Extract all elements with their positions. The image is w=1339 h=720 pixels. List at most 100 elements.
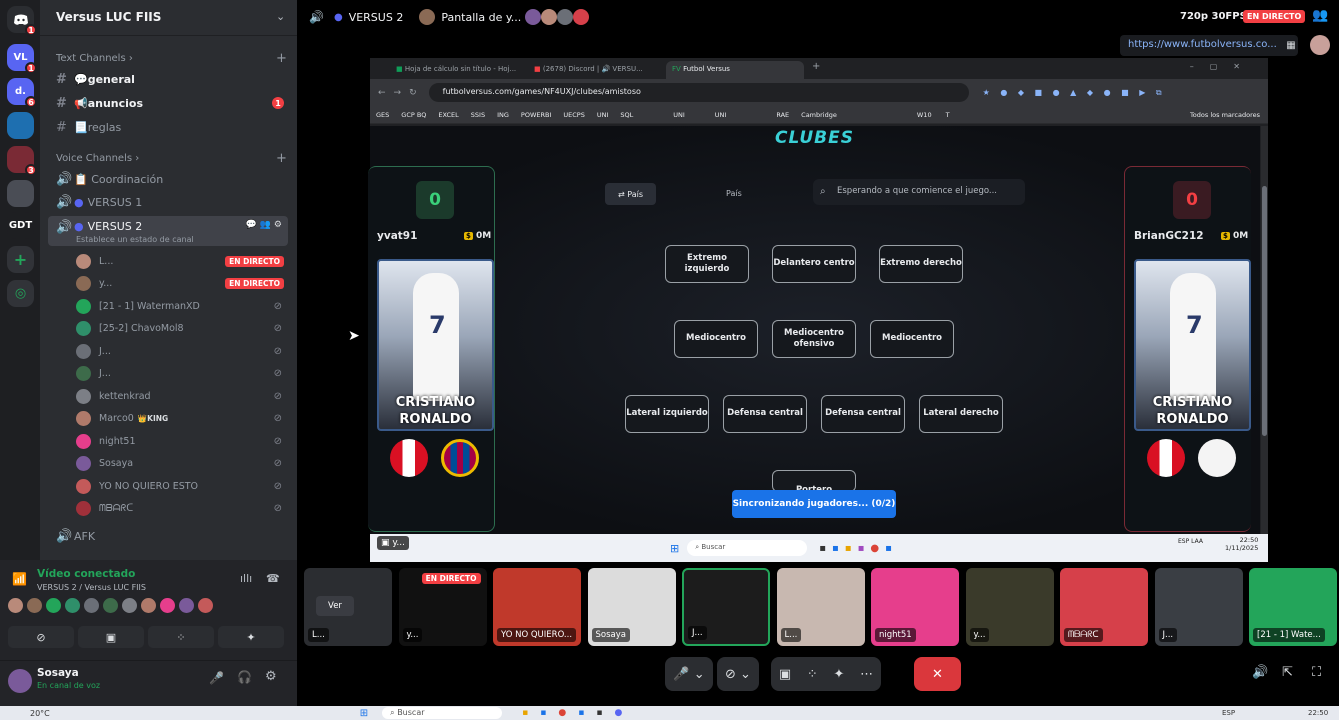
server-icon[interactable] <box>7 112 34 139</box>
participant-tile[interactable]: night51 <box>871 568 959 646</box>
participant-tile[interactable]: L... <box>776 568 865 646</box>
activities-button[interactable]: ⁘ <box>148 626 214 648</box>
position-mediocentro-1[interactable]: Mediocentro <box>674 320 758 358</box>
add-channel-icon[interactable]: + <box>276 151 287 166</box>
bookmark[interactable]: GCP BQ <box>401 111 426 119</box>
bookmark[interactable]: ING <box>497 111 509 119</box>
avatar[interactable] <box>103 598 118 613</box>
voice-user-row[interactable]: J... ⊘ <box>76 341 288 361</box>
position-lateral-derecho[interactable]: Lateral derecho <box>919 395 1003 433</box>
category-voice-channels[interactable]: Voice Channels › <box>56 153 139 164</box>
bookmark[interactable]: UNI <box>597 111 609 119</box>
camera-toggle-button[interactable]: ⊘ ⌄ <box>717 657 759 691</box>
bookmark[interactable]: UECPS <box>563 111 584 119</box>
add-channel-icon[interactable]: + <box>276 51 287 66</box>
activities-icon[interactable]: ⁘ <box>807 667 818 682</box>
category-text-channels[interactable]: Text Channels › <box>56 53 133 64</box>
voice-user-row[interactable]: [25-2] ChavoMol8 ⊘ <box>76 318 288 338</box>
server-d[interactable]: d. 6 <box>7 78 37 108</box>
bookmark[interactable]: RAE <box>776 111 789 119</box>
bookmark[interactable]: GES <box>376 111 389 119</box>
voice-user-row[interactable]: J... ⊘ <box>76 363 288 383</box>
position-portero[interactable]: Portero <box>772 470 856 492</box>
channel-reglas[interactable]: # 📃reglas <box>48 117 288 137</box>
user-name[interactable]: Sosaya <box>37 667 79 679</box>
volume-icon[interactable]: 🔊 <box>1252 665 1268 680</box>
participant-tile[interactable]: YO NO QUIERO... <box>493 568 581 646</box>
soundboard-icon[interactable]: ✦ <box>834 667 845 682</box>
browser-tab-active[interactable]: FV Futbol Versus <box>666 61 804 79</box>
bookmark[interactable]: EXCEL <box>438 111 458 119</box>
position-mediocentro-ofensivo[interactable]: Mediocentro ofensivo <box>772 320 856 358</box>
channel-general[interactable]: # 💬general <box>48 69 288 89</box>
position-defensa-central-2[interactable]: Defensa central <box>821 395 905 433</box>
server-icon[interactable] <box>7 180 34 207</box>
participant-tile[interactable]: y... <box>965 568 1054 646</box>
voice-user-row[interactable]: night51 ⊘ <box>76 431 288 451</box>
voice-user-row[interactable]: L... EN DIRECTO <box>76 251 288 271</box>
chevron-down-icon[interactable]: ⌄ <box>276 10 285 23</box>
noise-suppression-icon[interactable]: ıllı <box>240 572 252 585</box>
leave-call-button[interactable]: ✕ <box>914 657 961 691</box>
bookmark[interactable]: POWERBI <box>521 111 551 119</box>
channel-status[interactable]: Establece un estado de canal <box>76 235 194 244</box>
os-search[interactable]: ⌕ Buscar <box>382 707 503 719</box>
server-gdt[interactable]: GDT <box>7 212 34 239</box>
position-delantero-centro[interactable]: Delantero centro <box>772 245 856 283</box>
bookmark[interactable]: Cambridge <box>801 111 837 119</box>
new-tab-icon[interactable]: + <box>812 61 820 79</box>
os-lang[interactable]: ESP <box>1222 709 1235 717</box>
avatar[interactable] <box>65 598 80 613</box>
browser-tab[interactable]: ■ Hoja de cálculo sin título - Hoj... <box>390 61 528 79</box>
country-toggle-button[interactable]: ⇄ País <box>605 183 656 205</box>
position-extremo-izquierdo[interactable]: Extremo izquierdo <box>665 245 749 283</box>
signal-icon[interactable]: 📶 <box>12 572 27 586</box>
settings-gear-icon[interactable]: ⚙ <box>265 669 277 684</box>
channel-anuncios[interactable]: # 📢anuncios 1 <box>48 93 288 113</box>
os-clock[interactable]: 22:50 <box>1308 709 1328 717</box>
voice-status-subtitle[interactable]: VERSUS 2 / Versus LUC FIIS <box>37 583 146 592</box>
scrollbar[interactable] <box>1261 126 1268 534</box>
participant-tile[interactable]: Ver L... <box>304 568 392 646</box>
people-icon[interactable]: 👥 <box>1312 8 1328 23</box>
camera-off-button[interactable]: ⊘ <box>8 626 74 648</box>
avatar[interactable] <box>122 598 137 613</box>
bookmark[interactable]: UNI <box>673 111 685 119</box>
player-search-input[interactable]: Esperando a que comience el juego... <box>813 179 1025 205</box>
server-icon[interactable]: 3 <box>7 146 37 176</box>
bookmark-all[interactable]: Todos los marcadores <box>1190 111 1260 119</box>
voice-user-row[interactable]: [21 - 1] WatermanXD ⊘ <box>76 296 288 316</box>
mute-microphone-button[interactable]: 🎤 ⌄ <box>665 657 713 691</box>
address-bar[interactable]: futbolversus.com/games/NF4UXJ/clubes/ami… <box>428 83 969 102</box>
participant-tile[interactable]: [21 - 1] Wate... <box>1249 568 1337 646</box>
bookmark[interactable]: UNI <box>715 111 727 119</box>
watch-stream-button[interactable]: Ver <box>316 596 354 616</box>
weather-temp[interactable]: 20°C <box>30 709 50 718</box>
soundboard-button[interactable]: ✦ <box>218 626 284 648</box>
windows-start-icon[interactable]: ⊞ <box>360 708 368 719</box>
browser-tab[interactable]: ■ (2678) Discord | 🔊 VERSU... <box>528 61 666 79</box>
fullscreen-icon[interactable]: ⛶ <box>1312 665 1321 680</box>
screen-share-icon[interactable]: ▣ <box>779 667 791 682</box>
headphones-icon[interactable]: 🎧 <box>237 670 252 684</box>
os-taskbar-apps[interactable]: ▪▪●▪▪● <box>522 708 634 718</box>
bookmark[interactable]: T <box>946 111 950 119</box>
voice-user-row[interactable]: YO NO QUIERO ESTO ⊘ <box>76 476 288 496</box>
avatar[interactable] <box>141 598 156 613</box>
voice-user-row[interactable]: kettenkrad ⊘ <box>76 386 288 406</box>
avatar[interactable] <box>84 598 99 613</box>
voice-channel-versus-1[interactable]: 🔊 ● VERSUS 1 <box>48 192 288 212</box>
microphone-icon[interactable]: 🎤 <box>209 671 224 685</box>
extension-icons[interactable]: ★ ● ◆ ■ ● ▲ ◆ ● ■ ▶ ⧉ <box>983 88 1166 98</box>
more-icon[interactable]: ⋯ <box>860 667 873 682</box>
voice-status-title[interactable]: Vídeo conectado <box>37 568 135 580</box>
mode-label[interactable]: País <box>726 189 742 198</box>
bookmark[interactable]: SSIS <box>471 111 485 119</box>
position-extremo-derecho[interactable]: Extremo derecho <box>879 245 963 283</box>
avatar[interactable] <box>1310 35 1330 55</box>
avatar[interactable] <box>46 598 61 613</box>
bookmark[interactable]: W10 <box>917 111 932 119</box>
avatar[interactable] <box>8 598 23 613</box>
avatar[interactable] <box>179 598 194 613</box>
viewer-avatars[interactable] <box>525 9 590 25</box>
